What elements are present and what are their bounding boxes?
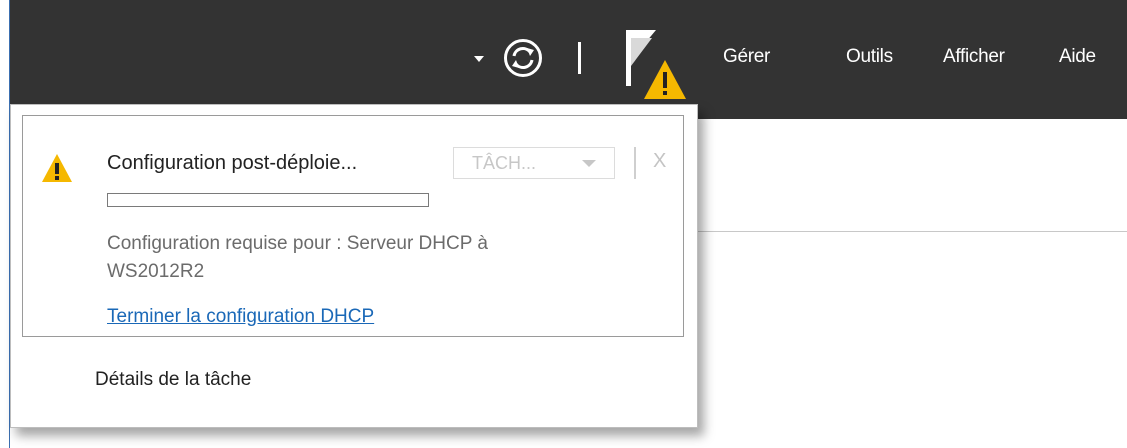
chevron-down-icon	[582, 160, 596, 167]
task-details-link[interactable]: Détails de la tâche	[95, 369, 251, 391]
notification-card: Configuration post-déploie... TÂCH... X …	[22, 115, 684, 337]
notifications-popup: Configuration post-déploie... TÂCH... X …	[10, 104, 698, 428]
card-separator	[634, 147, 636, 179]
flag-warning-icon[interactable]	[622, 26, 688, 102]
task-dropdown-label: TÂCH...	[472, 153, 537, 173]
task-dropdown[interactable]: TÂCH...	[453, 147, 615, 179]
menu-aide[interactable]: Aide	[1059, 46, 1096, 68]
notification-title: Configuration post-déploie...	[107, 152, 358, 174]
menu-gerer[interactable]: Gérer	[723, 46, 770, 68]
toolbar-separator	[578, 42, 581, 74]
close-icon[interactable]: X	[653, 150, 666, 173]
progress-bar	[107, 193, 429, 207]
notification-description: Configuration requise pour : Serveur DHC…	[107, 233, 488, 282]
menu-afficher[interactable]: Afficher	[943, 46, 1005, 68]
menu-outils[interactable]: Outils	[846, 46, 893, 68]
chevron-down-icon[interactable]	[474, 56, 484, 62]
refresh-icon[interactable]	[503, 38, 543, 78]
complete-dhcp-config-link[interactable]: Terminer la configuration DHCP	[107, 306, 374, 328]
warning-icon	[40, 152, 74, 184]
